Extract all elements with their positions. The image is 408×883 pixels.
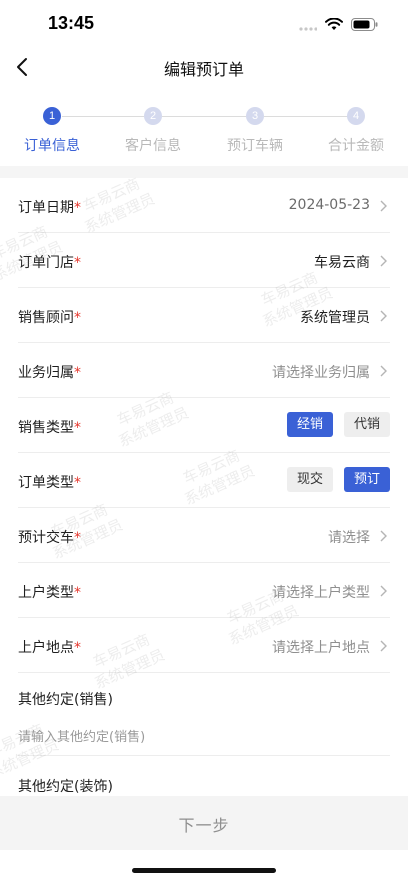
chevron-right-icon [380,640,387,652]
order-type-options: 现交 预订 [286,467,390,492]
expected-delivery-row[interactable]: 预计交车* 请选择 [18,508,390,563]
step-label: 订单信息 [24,138,80,154]
sales-consultant-label: 销售顾问* [18,310,81,326]
status-bar: 13:45 [0,0,408,48]
registration-location-picker: 请选择上户地点 [272,640,370,656]
registration-type-row[interactable]: 上户类型* 请选择上户类型 [18,563,390,618]
page-title: 编辑预订单 [163,60,244,79]
battery-icon [351,16,378,35]
order-type-label: 订单类型* [18,475,81,491]
bottom-action-bar: 下一步 [0,796,408,850]
step-order-info[interactable]: 1 订单信息 [7,107,97,155]
next-step-button[interactable]: 下一步 [0,812,408,836]
step-number: 4 [347,107,365,125]
order-form: 订单日期* 2024-05-23 订单门店* 车易云商 销售顾问* 系统管理员 … [0,178,408,756]
order-date-value: 2024-05-23 [288,197,370,213]
registration-location-label: 上户地点* [18,640,81,656]
order-store-label: 订单门店* [18,255,81,271]
step-label: 合计金额 [328,138,384,154]
step-number: 3 [246,107,264,125]
order-store-value: 车易云商 [314,255,370,271]
registration-type-picker: 请选择上户类型 [272,585,370,601]
step-number: 2 [144,107,162,125]
order-type-option-reserve[interactable]: 预订 [343,467,390,492]
chevron-right-icon [380,365,387,377]
nav-bar: 编辑预订单 [0,48,408,86]
business-owner-row[interactable]: 业务归属* 请选择业务归属 [18,343,390,398]
chevron-right-icon [380,310,387,322]
order-type-option-spot[interactable]: 现交 [286,467,333,492]
order-date-row[interactable]: 订单日期* 2024-05-23 [18,178,390,233]
sales-type-option-distribution[interactable]: 经销 [286,412,333,437]
chevron-right-icon [380,255,387,267]
order-type-row: 订单类型* 现交 预订 [18,453,390,508]
step-label: 预订车辆 [227,138,283,154]
business-owner-picker: 请选择业务归属 [272,365,370,381]
other-sales-input[interactable]: 请输入其他约定(销售) [18,726,145,745]
other-sales-label: 其他约定(销售) [18,692,113,708]
home-indicator [132,868,276,873]
sales-consultant-row[interactable]: 销售顾问* 系统管理员 [18,288,390,343]
step-total-amount[interactable]: 4 合计金额 [311,107,401,155]
step-label: 客户信息 [125,138,181,154]
sales-type-label: 销售类型* [18,420,81,436]
expected-delivery-label: 预计交车* [18,530,81,546]
step-number: 1 [43,107,61,125]
chevron-right-icon [380,585,387,597]
step-customer-info[interactable]: 2 客户信息 [108,107,198,155]
other-decoration-label: 其他约定(装饰) [18,779,113,795]
sales-type-row: 销售类型* 经销 代销 [18,398,390,453]
registration-location-row[interactable]: 上户地点* 请选择上户地点 [18,618,390,673]
progress-stepper: 1 订单信息 2 客户信息 3 预订车辆 4 合计金额 [0,96,408,166]
registration-type-label: 上户类型* [18,585,81,601]
sales-consultant-value: 系统管理员 [300,310,370,326]
status-icons [299,16,378,35]
order-store-row[interactable]: 订单门店* 车易云商 [18,233,390,288]
chevron-right-icon [380,200,387,212]
step-reserved-vehicle[interactable]: 3 预订车辆 [210,107,300,155]
expected-delivery-picker: 请选择 [328,530,370,546]
status-time: 13:45 [48,13,95,33]
other-sales-agreement: 其他约定(销售) 请输入其他约定(销售) [18,673,390,756]
chevron-right-icon [380,530,387,542]
sales-type-option-consignment[interactable]: 代销 [343,412,390,437]
section-divider [0,166,408,178]
wifi-icon [325,16,343,35]
order-date-label: 订单日期* [18,200,81,216]
signal-icon [299,16,318,35]
business-owner-label: 业务归属* [18,365,81,381]
sales-type-options: 经销 代销 [286,412,390,437]
